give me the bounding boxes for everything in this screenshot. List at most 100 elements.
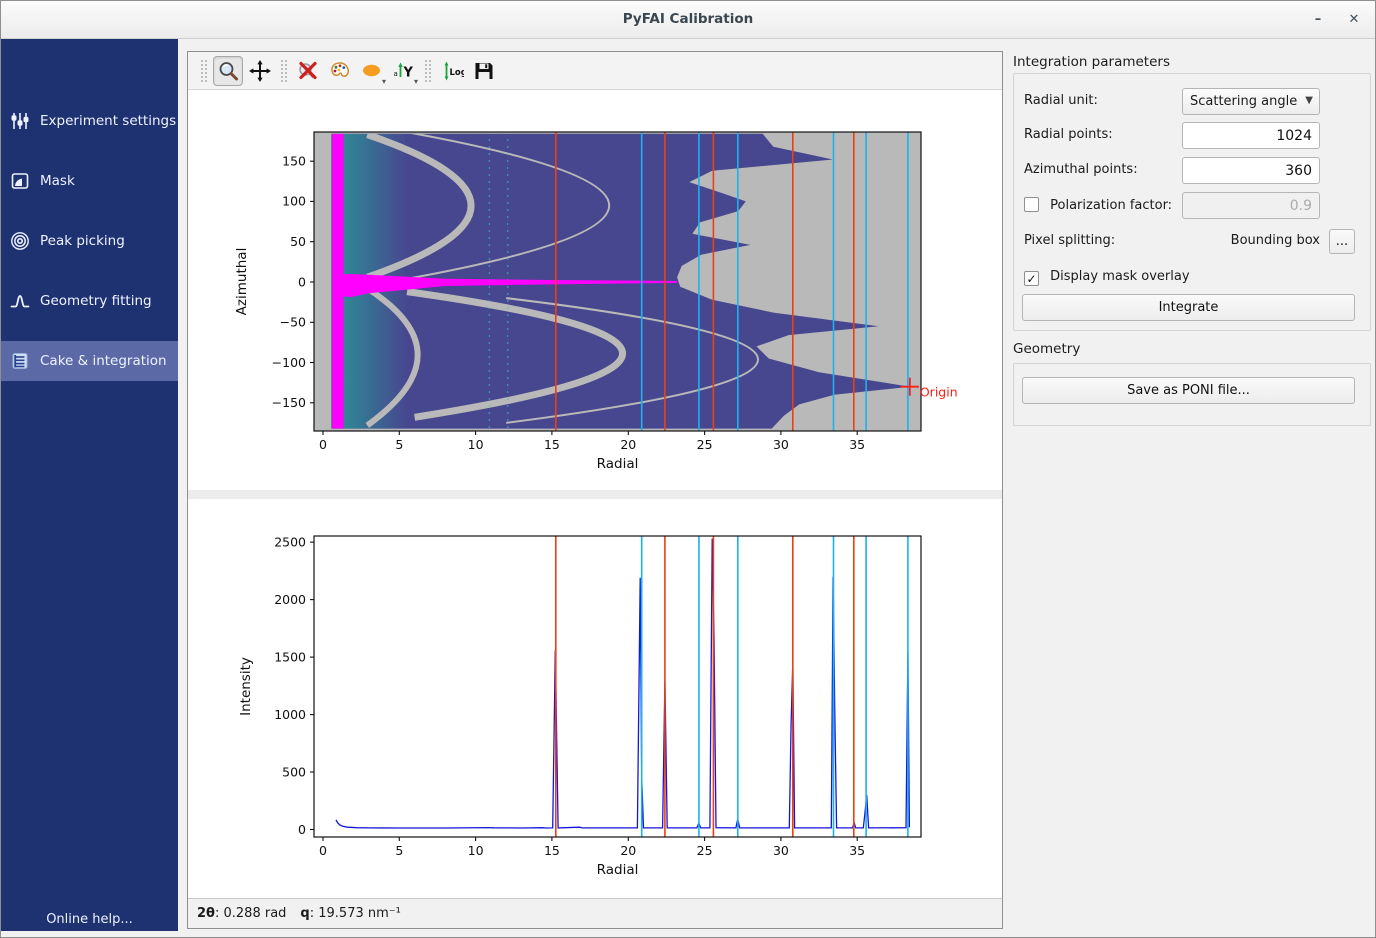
radial-unit-label: Radial unit:	[1024, 93, 1098, 108]
svg-text:0: 0	[319, 437, 327, 452]
svg-text:Radial: Radial	[597, 456, 639, 472]
colormap-ellipse-icon	[360, 59, 384, 83]
svg-text:35: 35	[849, 437, 865, 452]
sliders-icon	[10, 111, 30, 131]
colormap-range-button[interactable]: ▾	[357, 56, 387, 86]
display-mask-row: ✓ Display mask overlay	[1024, 269, 1190, 286]
svg-text:10: 10	[468, 843, 484, 858]
close-button[interactable]: ✕	[1341, 7, 1367, 33]
polarization-row: Polarization factor:	[1024, 197, 1172, 213]
peak-rings-icon	[10, 231, 30, 251]
y-axis-icon: a Y	[392, 59, 416, 83]
save-figure-button[interactable]	[469, 56, 499, 86]
svg-text:30: 30	[773, 843, 789, 858]
two-theta-label: 2θ	[197, 906, 215, 921]
svg-text:Radial: Radial	[597, 862, 639, 878]
azimuthal-points-input[interactable]	[1182, 157, 1320, 184]
sidebar-item-geometry-fitting[interactable]: Geometry fitting	[1, 281, 178, 321]
svg-text:25: 25	[697, 843, 713, 858]
polarization-checkbox[interactable]	[1024, 197, 1039, 212]
svg-text:−50: −50	[280, 315, 306, 330]
log-scale-icon: Log	[440, 59, 464, 83]
q-label: q	[300, 906, 309, 921]
pixel-splitting-more-button[interactable]: ...	[1329, 229, 1355, 254]
sidebar-item-label: Cake & integration	[40, 353, 167, 369]
cake-plot-canvas[interactable]: 05101520253035−150−100−50050100150Radial…	[188, 90, 1002, 489]
two-theta-value: : 0.288 rad	[215, 906, 286, 921]
svg-text:150: 150	[282, 154, 306, 169]
svg-text:1000: 1000	[274, 707, 306, 722]
sidebar-item-label: Experiment settings	[40, 113, 176, 129]
svg-text:30: 30	[773, 437, 789, 452]
sidebar-item-peak-picking[interactable]: Peak picking	[1, 221, 178, 261]
svg-text:0: 0	[298, 274, 306, 289]
sidebar-item-experiment-settings[interactable]: Experiment settings	[1, 101, 178, 141]
pan-tool-button[interactable]	[245, 56, 275, 86]
svg-text:10: 10	[468, 437, 484, 452]
toolbar-drag-handle[interactable]	[201, 60, 207, 82]
save-icon	[472, 59, 496, 83]
radial-unit-value: Scattering angle 2	[1190, 94, 1298, 109]
zoom-icon	[216, 59, 240, 83]
radial-points-input[interactable]	[1182, 122, 1320, 149]
svg-text:50: 50	[290, 234, 306, 249]
cake-list-icon	[10, 351, 30, 371]
sidebar-item-mask[interactable]: Mask	[1, 161, 178, 201]
plot-toolbar: ▾ a Y ▾ Log	[188, 52, 1002, 90]
svg-text:Intensity: Intensity	[238, 657, 254, 716]
plot-panel: ▾ a Y ▾ Log	[187, 51, 1003, 929]
sidebar-item-label: Geometry fitting	[40, 293, 152, 309]
svg-text:a: a	[394, 70, 398, 78]
svg-text:Log: Log	[450, 68, 465, 78]
svg-text:100: 100	[282, 194, 306, 209]
svg-text:−100: −100	[272, 355, 306, 370]
toolbar-drag-handle[interactable]	[281, 60, 287, 82]
window-title: PyFAI Calibration	[1, 11, 1375, 27]
display-mask-checkbox[interactable]: ✓	[1024, 271, 1039, 286]
radial-unit-select[interactable]: Scattering angle 2 ▼	[1182, 88, 1320, 115]
zoom-tool-button[interactable]	[213, 56, 243, 86]
pixel-splitting-label: Pixel splitting:	[1024, 233, 1115, 248]
svg-text:15: 15	[544, 437, 560, 452]
y-axis-direction-button[interactable]: a Y ▾	[389, 56, 419, 86]
save-poni-button[interactable]: Save as PONI file...	[1022, 377, 1355, 404]
svg-text:0: 0	[319, 843, 327, 858]
dropdown-caret-icon: ▾	[382, 77, 386, 86]
geometry-heading: Geometry	[1013, 341, 1080, 357]
sidebar-item-label: Peak picking	[40, 233, 125, 249]
svg-text:1500: 1500	[274, 649, 306, 664]
integration-panel: Integration parameters Radial unit: Scat…	[1003, 39, 1376, 938]
svg-text:−150: −150	[272, 395, 306, 410]
pyfai-window: PyFAI Calibration – ✕ Experiment setting…	[0, 0, 1376, 938]
intensity-plot-canvas[interactable]: 0510152025303505001000150020002500Radial…	[188, 499, 1002, 897]
log-scale-button[interactable]: Log	[437, 56, 467, 86]
colormap-palette-button[interactable]	[325, 56, 355, 86]
sidebar-item-label: Mask	[40, 173, 75, 189]
dropdown-caret-icon: ▾	[414, 77, 418, 86]
gaussian-curve-icon	[10, 291, 30, 311]
sidebar-item-cake-integration[interactable]: Cake & integration	[1, 341, 178, 381]
azimuthal-points-label: Azimuthal points:	[1024, 162, 1138, 177]
svg-text:15: 15	[544, 843, 560, 858]
sidebar: Experiment settings Mask Peak picking	[1, 39, 178, 931]
zoom-cancel-icon	[296, 59, 320, 83]
svg-text:5: 5	[395, 843, 403, 858]
polarization-factor-input[interactable]	[1182, 192, 1320, 219]
svg-text:Origin: Origin	[920, 385, 958, 400]
svg-text:500: 500	[282, 764, 306, 779]
geometry-groupbox: Save as PONI file...	[1013, 363, 1371, 426]
svg-text:2000: 2000	[274, 592, 306, 607]
online-help-link[interactable]: Online help...	[1, 912, 178, 927]
svg-text:20: 20	[620, 437, 636, 452]
chevron-down-icon: ▼	[1305, 95, 1313, 106]
minimize-button[interactable]: –	[1305, 7, 1331, 33]
radial-points-label: Radial points:	[1024, 127, 1113, 142]
display-mask-label: Display mask overlay	[1050, 269, 1189, 284]
svg-text:35: 35	[849, 843, 865, 858]
integrate-button[interactable]: Integrate	[1022, 294, 1355, 321]
svg-text:2500: 2500	[274, 534, 306, 549]
integration-groupbox: Radial unit: Scattering angle 2 ▼ Radial…	[1013, 73, 1371, 331]
toolbar-drag-handle[interactable]	[425, 60, 431, 82]
cancel-zoom-button[interactable]	[293, 56, 323, 86]
svg-text:5: 5	[395, 437, 403, 452]
